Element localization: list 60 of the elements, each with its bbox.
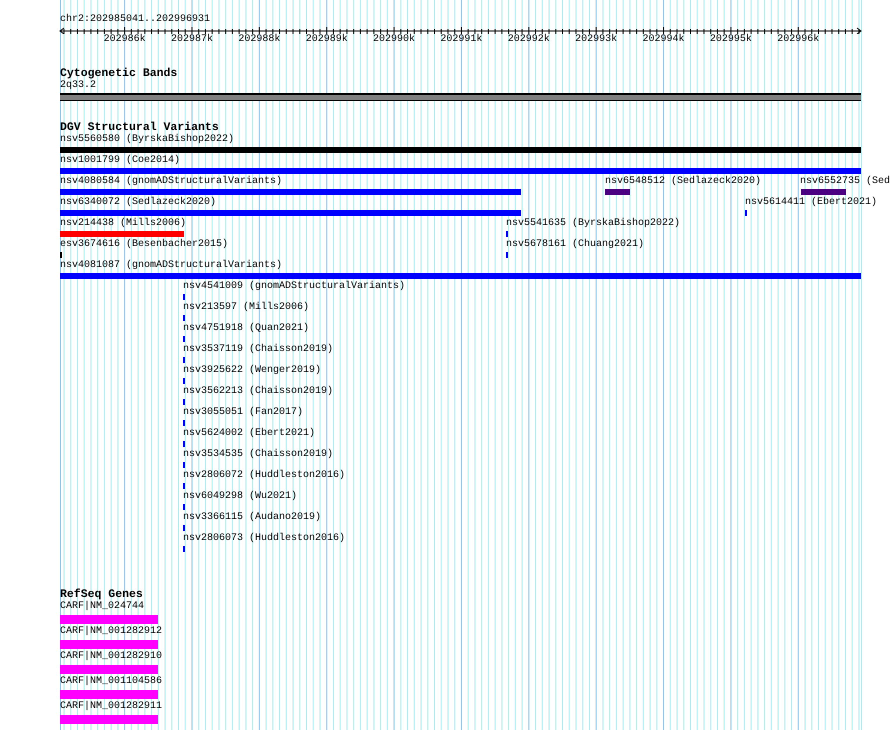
feature-label: nsv214438 (Mills2006) <box>60 218 186 230</box>
feature-label: CARF|NM_001104586 <box>60 676 162 688</box>
tick-label: 202986k <box>104 34 146 46</box>
tick-label: 202988k <box>238 34 280 46</box>
tick-label: 202991k <box>440 34 482 46</box>
tick-label: 202993k <box>575 34 618 46</box>
cytoband-bar[interactable] <box>60 93 861 101</box>
feature-label: nsv5560580 (ByrskaBishop2022) <box>60 134 234 146</box>
feature-label: CARF|NM_001282911 <box>60 701 162 713</box>
feature-label: nsv5624002 (Ebert2021) <box>183 428 316 440</box>
location-label: chr2:202985041..202996931 <box>60 14 212 26</box>
feature-label: nsv3366115 (Audano2019) <box>183 512 322 524</box>
gene-bar[interactable] <box>60 690 158 699</box>
feature-label: nsv3537119 (Chaisson2019) <box>183 344 334 356</box>
feature-label: esv3674616 (Besenbacher2015) <box>60 239 228 251</box>
feature-label: CARF|NM_024744 <box>60 601 144 613</box>
feature-label: nsv2806072 (Huddleston2016) <box>183 470 346 482</box>
feature-label: 2q33.2 <box>60 80 96 92</box>
tick-label: 202994k <box>642 34 685 46</box>
tick-label: 202989k <box>306 34 348 46</box>
gene-bar[interactable] <box>60 640 158 649</box>
track-title: DGV Structural Variants <box>60 121 219 134</box>
feature-label: nsv3055051 (Fan2017) <box>183 407 304 419</box>
gene-bar[interactable] <box>60 615 158 624</box>
variant-bar[interactable] <box>60 147 861 153</box>
variant-bar[interactable] <box>605 189 630 195</box>
feature-label: nsv213597 (Mills2006) <box>183 302 310 314</box>
feature-label: nsv6552735 (Sed <box>800 176 890 188</box>
feature-label: CARF|NM_001282912 <box>60 626 162 638</box>
variant-bar[interactable] <box>60 189 521 195</box>
feature-label: nsv5678161 (Chuang2021) <box>506 239 644 251</box>
feature-label: nsv4541009 (gnomADStructuralVariants) <box>183 281 406 293</box>
variant-bar[interactable] <box>801 189 846 195</box>
track-title: Cytogenetic Bands <box>60 67 178 80</box>
feature-label: nsv3925622 (Wenger2019) <box>183 365 322 377</box>
feature-label: nsv4751918 (Quan2021) <box>183 323 310 335</box>
feature-label: nsv5614411 (Ebert2021) <box>745 197 878 209</box>
tick-label: 202996k <box>777 34 820 46</box>
feature-label: nsv3534535 (Chaisson2019) <box>183 449 334 461</box>
tick-label: 202990k <box>373 34 416 46</box>
feature-label: nsv2806073 (Huddleston2016) <box>183 533 346 545</box>
track-title: RefSeq Genes <box>60 588 143 601</box>
feature-label: nsv3562213 (Chaisson2019) <box>183 386 334 398</box>
feature-label: nsv4081087 (gnomADStructuralVariants) <box>60 260 282 272</box>
feature-label: nsv6340072 (Sedlazeck2020) <box>60 197 216 209</box>
feature-label: nsv5541635 (ByrskaBishop2022) <box>506 218 680 230</box>
variant-bar[interactable] <box>60 273 861 279</box>
feature-label: nsv6548512 (Sedlazeck2020) <box>605 176 762 188</box>
tick-label: 202995k <box>710 34 752 46</box>
variant-bar[interactable] <box>60 210 521 216</box>
feature-label: nsv4080584 (gnomADStructuralVariants) <box>60 176 282 188</box>
tick-label: 202992k <box>508 34 550 46</box>
tick-label: 202987k <box>170 34 213 46</box>
feature-label: nsv6049298 (Wu2021) <box>183 491 298 503</box>
feature-label: nsv1001799 (Coe2014) <box>60 155 180 167</box>
feature-label: CARF|NM_001282910 <box>60 651 162 663</box>
variant-bar[interactable] <box>60 231 184 237</box>
gene-bar[interactable] <box>60 715 158 724</box>
variant-bar[interactable] <box>60 168 861 174</box>
gene-bar[interactable] <box>60 665 158 674</box>
